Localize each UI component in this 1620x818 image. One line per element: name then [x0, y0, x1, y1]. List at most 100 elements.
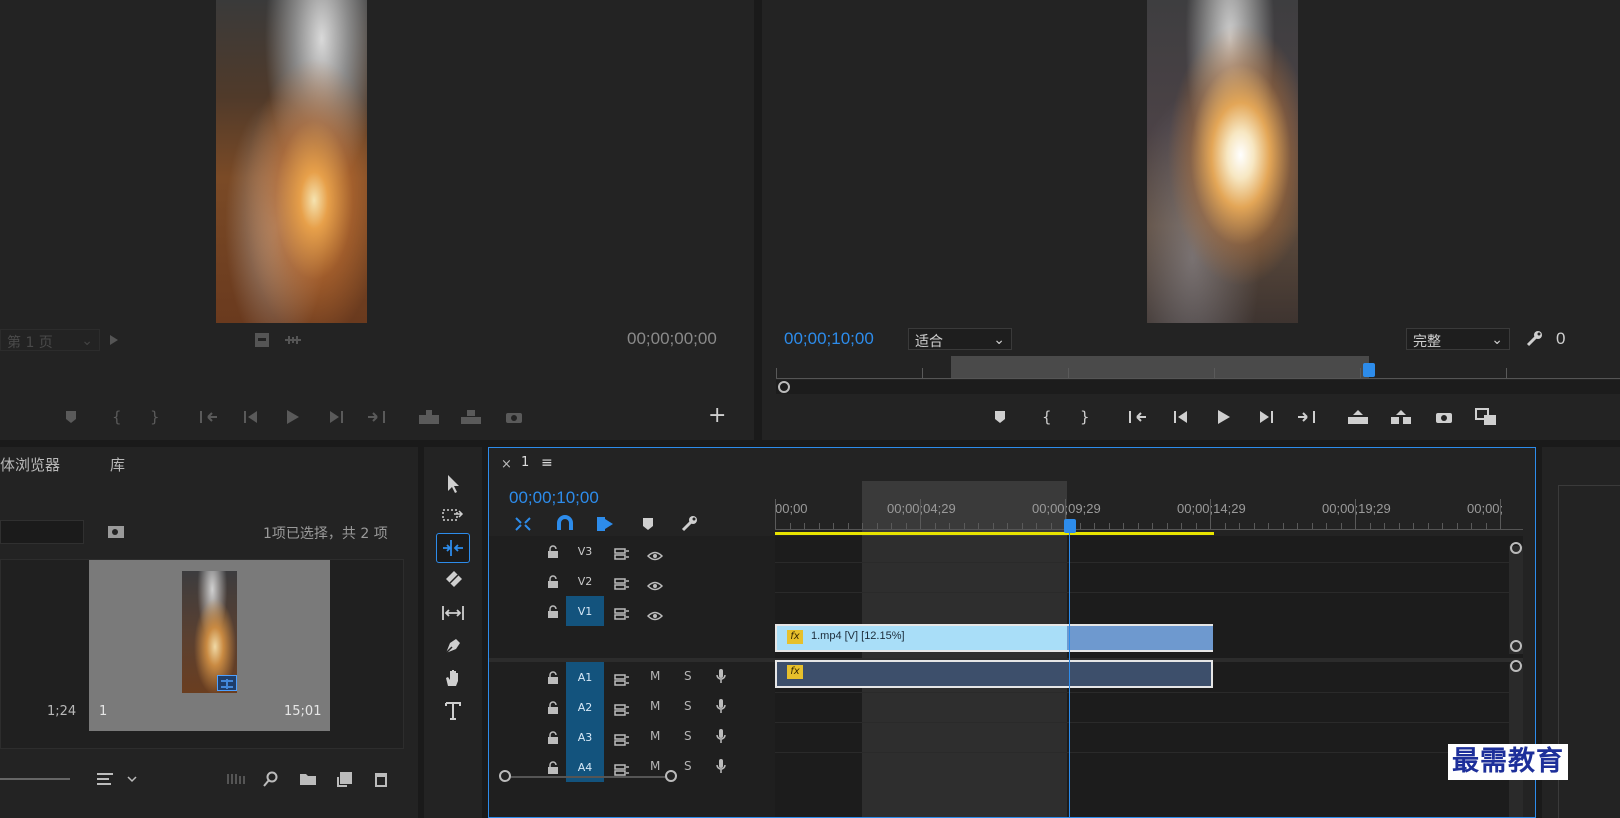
- add-marker-icon[interactable]: [636, 512, 660, 536]
- search-icon[interactable]: [259, 767, 283, 791]
- track-target-a1[interactable]: A1: [566, 662, 604, 692]
- timeline-timecode[interactable]: 00;00;10;00: [509, 488, 599, 508]
- audio-scroll-track[interactable]: [1509, 664, 1523, 817]
- track-target-v3[interactable]: V3: [566, 536, 604, 566]
- add-marker-icon[interactable]: [988, 405, 1012, 429]
- zoom-slider[interactable]: [0, 778, 70, 780]
- mic-icon[interactable]: [715, 758, 727, 778]
- scroll-handle-icon[interactable]: [1510, 660, 1522, 672]
- program-time-ruler[interactable]: [776, 356, 1620, 380]
- lock-icon[interactable]: [547, 574, 559, 593]
- sort-icons-icon[interactable]: [94, 767, 118, 791]
- slip-tool-icon[interactable]: [436, 598, 470, 628]
- comparison-view-icon[interactable]: [1474, 405, 1498, 429]
- timeline-settings-wrench-icon[interactable]: [677, 512, 701, 536]
- razor-tool-icon[interactable]: [436, 565, 470, 595]
- sync-lock-icon[interactable]: [614, 731, 630, 750]
- find-icon[interactable]: [104, 520, 128, 544]
- export-frame-icon[interactable]: [1432, 405, 1456, 429]
- audio-clip[interactable]: fx: [775, 660, 1213, 688]
- mic-icon[interactable]: [715, 728, 727, 748]
- clip-thumbnail-card[interactable]: 1 15;01: [89, 560, 330, 731]
- ripple-edit-tool-icon[interactable]: [436, 533, 470, 563]
- add-button[interactable]: +: [708, 403, 726, 428]
- nest-toggle-icon[interactable]: [511, 512, 535, 536]
- lift-icon[interactable]: [1346, 405, 1370, 429]
- go-to-out-icon[interactable]: [1294, 405, 1318, 429]
- play-icon[interactable]: [280, 405, 304, 429]
- panel-menu-icon[interactable]: ≡: [541, 455, 553, 471]
- mark-out-icon[interactable]: }: [1072, 405, 1096, 429]
- mute-button[interactable]: M: [650, 699, 660, 713]
- go-to-in-icon[interactable]: [197, 405, 221, 429]
- fx-badge-icon[interactable]: fx: [787, 630, 803, 644]
- solo-button[interactable]: S: [684, 669, 692, 683]
- track-content[interactable]: fx 1.mp4 [V] [12.15%] fx: [775, 536, 1523, 817]
- lock-icon[interactable]: [547, 730, 559, 749]
- step-forward-icon[interactable]: [324, 405, 348, 429]
- step-forward-icon[interactable]: [1254, 405, 1278, 429]
- tab-media-browser[interactable]: 体浏览器: [0, 454, 60, 475]
- solo-button[interactable]: S: [684, 729, 692, 743]
- go-to-out-icon[interactable]: [364, 405, 388, 429]
- source-timecode[interactable]: 00;00;00;00: [627, 329, 717, 349]
- sync-lock-icon[interactable]: [614, 605, 630, 624]
- eye-icon[interactable]: [646, 576, 664, 595]
- lock-icon[interactable]: [547, 700, 559, 719]
- lock-icon[interactable]: [547, 670, 559, 689]
- linked-selection-icon[interactable]: [593, 512, 617, 536]
- video-scroll-track[interactable]: [1509, 546, 1523, 654]
- extract-icon[interactable]: [1389, 405, 1413, 429]
- sync-lock-icon[interactable]: [614, 671, 630, 690]
- timeline-ruler[interactable]: 00;00 00;00;04;29 00;00;09;29 00;00;14;29 00…: [775, 481, 1523, 536]
- play-icon[interactable]: [1211, 405, 1235, 429]
- new-bin-icon[interactable]: [296, 767, 320, 791]
- export-frame-icon[interactable]: [502, 405, 526, 429]
- type-tool-icon[interactable]: [436, 696, 470, 726]
- wrench-icon[interactable]: [1522, 327, 1546, 351]
- work-area-bar[interactable]: [775, 532, 1214, 535]
- zoom-handle-left[interactable]: [778, 381, 790, 393]
- fit-select[interactable]: 适合 ⌄: [908, 328, 1012, 350]
- video-clip[interactable]: fx 1.mp4 [V] [12.15%]: [775, 624, 1213, 652]
- quality-select[interactable]: 完整 ⌄: [1406, 328, 1510, 350]
- eye-icon[interactable]: [646, 606, 664, 625]
- sync-lock-icon[interactable]: [614, 545, 630, 564]
- audio-fx-badge-icon[interactable]: fx: [787, 665, 803, 679]
- sequence-tab[interactable]: 1: [521, 455, 529, 470]
- eye-icon[interactable]: [646, 546, 664, 565]
- track-target-v1[interactable]: V1: [566, 596, 604, 626]
- drag-audio-icon[interactable]: [281, 328, 305, 352]
- solo-button[interactable]: S: [684, 699, 692, 713]
- mark-in-icon[interactable]: {: [1034, 405, 1058, 429]
- play-triangle-icon[interactable]: [102, 328, 126, 352]
- chevron-down-icon[interactable]: [120, 767, 144, 791]
- go-to-in-icon[interactable]: [1126, 405, 1150, 429]
- search-input[interactable]: [0, 520, 84, 544]
- mute-button[interactable]: M: [650, 729, 660, 743]
- mark-out-icon[interactable]: }: [142, 405, 166, 429]
- mic-icon[interactable]: [715, 698, 727, 718]
- trash-icon[interactable]: [369, 767, 393, 791]
- automate-icon[interactable]: [224, 767, 248, 791]
- solo-button[interactable]: S: [684, 759, 692, 773]
- mic-icon[interactable]: [715, 668, 727, 688]
- track-select-tool-icon[interactable]: [436, 501, 470, 531]
- page-select[interactable]: 第 1 页 ⌄: [0, 329, 100, 351]
- hand-tool-icon[interactable]: [436, 663, 470, 693]
- zoom-handle-right[interactable]: [665, 770, 677, 782]
- close-sequence-button[interactable]: ×: [501, 457, 512, 472]
- sync-lock-icon[interactable]: [614, 701, 630, 720]
- mute-button[interactable]: M: [650, 669, 660, 683]
- program-timecode[interactable]: 00;00;10;00: [784, 329, 874, 349]
- selection-tool-icon[interactable]: [436, 469, 470, 499]
- track-target-v2[interactable]: V2: [566, 566, 604, 596]
- step-back-icon[interactable]: [239, 405, 263, 429]
- snap-magnet-icon[interactable]: [553, 512, 577, 536]
- drag-video-icon[interactable]: [250, 328, 274, 352]
- program-playhead[interactable]: [1363, 363, 1375, 377]
- tab-library[interactable]: 库: [110, 454, 125, 475]
- mark-in-icon[interactable]: {: [104, 405, 128, 429]
- pen-tool-icon[interactable]: [436, 631, 470, 661]
- add-marker-icon[interactable]: [59, 405, 83, 429]
